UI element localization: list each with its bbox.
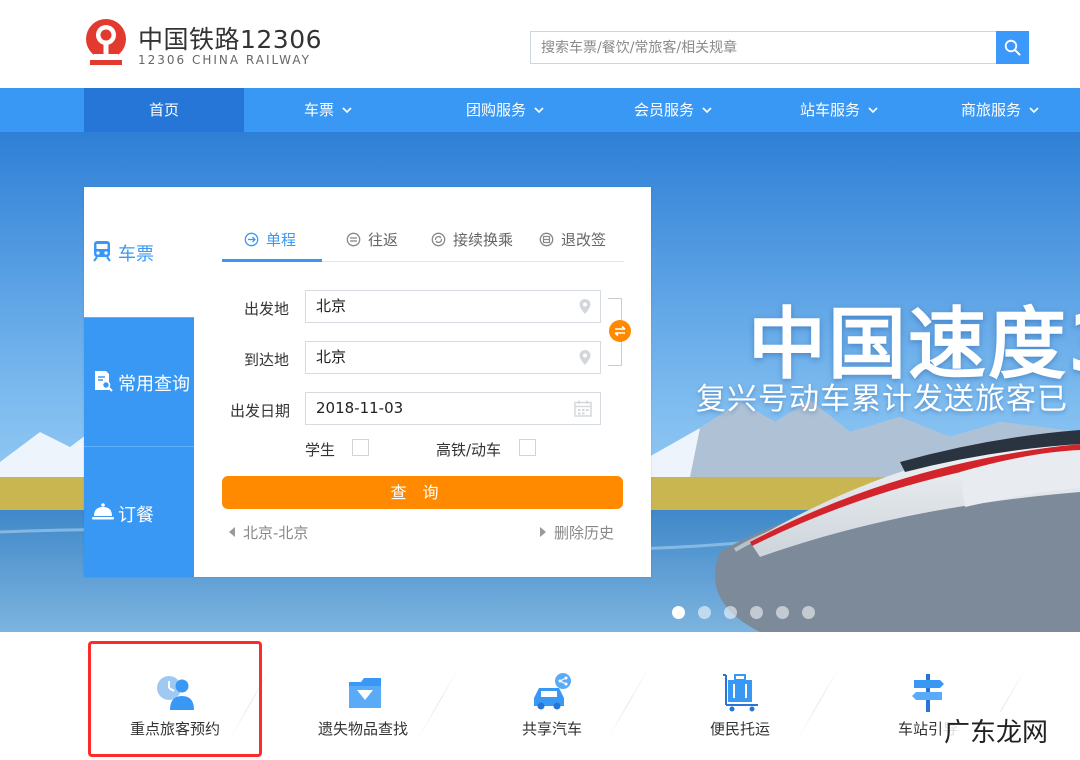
side-tab-label: 订餐 <box>118 505 154 526</box>
swap-stations-button[interactable] <box>609 320 631 342</box>
nav-business-travel[interactable]: 商旅服务 <box>920 88 1080 132</box>
nav-label: 车票 <box>303 101 334 119</box>
site-header: 中国铁路12306 12306 CHINA RAILWAY <box>0 0 1080 88</box>
nav-home[interactable]: 首页 <box>84 88 244 132</box>
service-label: 遗失物品查找 <box>318 720 409 738</box>
watermark: 广东龙网 <box>944 712 1049 749</box>
delete-history-label: 删除历史 <box>554 524 615 542</box>
from-label: 出发地 <box>244 300 290 318</box>
service-label: 共享汽车 <box>522 720 583 738</box>
trip-type-tabs: 单程 往返 接续换乘 退改签 <box>222 225 624 262</box>
nav-label: 商旅服务 <box>960 101 1021 119</box>
carousel-dot[interactable] <box>776 606 789 619</box>
tab-refund-change[interactable]: 退改签 <box>539 225 606 261</box>
brand-name-english: 12306 CHINA RAILWAY <box>138 53 311 67</box>
ticket-booking-panel: 车票 常用查询 订餐 单程 往返 接续换乘 退改签 出发地 北京 到达地 北京 … <box>84 187 651 577</box>
location-pin-icon <box>579 350 591 365</box>
service-shared-car[interactable]: 共享汽车 <box>500 632 620 760</box>
nav-group-purchase[interactable]: 团购服务 <box>420 88 590 132</box>
tab-label: 接续换乘 <box>453 231 514 249</box>
side-tab-label: 常用查询 <box>118 374 190 395</box>
lost-found-icon <box>349 678 381 708</box>
site-search-input[interactable] <box>530 31 996 64</box>
from-station-value: 北京 <box>316 297 347 315</box>
side-tab-tickets[interactable]: 车票 <box>84 187 194 317</box>
meal-icon <box>92 503 114 520</box>
carousel-dot[interactable] <box>750 606 763 619</box>
query-doc-icon <box>95 371 113 392</box>
nav-member-services[interactable]: 会员服务 <box>588 88 758 132</box>
nav-tickets[interactable]: 车票 <box>258 88 398 132</box>
carousel-dots <box>672 606 815 619</box>
brand-name: 中国铁路12306 <box>138 25 323 54</box>
carousel-dot[interactable] <box>698 606 711 619</box>
highspeed-label: 高铁/动车 <box>436 441 502 459</box>
train-icon <box>93 241 111 262</box>
tab-label: 往返 <box>368 231 399 249</box>
location-pin-icon <box>579 299 591 314</box>
tab-label: 退改签 <box>561 231 607 249</box>
chevron-down-icon <box>342 107 352 114</box>
tab-round-trip[interactable]: 往返 <box>346 225 398 261</box>
tab-label: 单程 <box>266 231 297 249</box>
nav-label: 团购服务 <box>465 101 526 119</box>
caret-right-icon <box>540 527 546 537</box>
chevron-down-icon <box>534 107 544 114</box>
nav-station-services[interactable]: 站车服务 <box>754 88 924 132</box>
signpost-icon <box>912 674 944 712</box>
refund-change-icon <box>539 232 554 246</box>
service-luggage[interactable]: 便民托运 <box>690 632 810 760</box>
caret-left-icon <box>229 527 235 537</box>
shared-car-icon <box>534 673 571 710</box>
to-station-value: 北京 <box>316 348 347 366</box>
search-icon <box>1004 39 1021 56</box>
calendar-icon <box>574 400 592 417</box>
highlight-annotation <box>88 641 262 757</box>
active-tab-indicator <box>222 259 322 262</box>
tab-transfer[interactable]: 接续换乘 <box>431 225 513 261</box>
student-label: 学生 <box>305 441 336 459</box>
banner-subheadline: 复兴号动车累计发送旅客已 <box>696 382 1068 417</box>
to-station-input[interactable]: 北京 <box>305 341 601 374</box>
search-button[interactable] <box>996 31 1029 64</box>
departure-date-value: 2018-11-03 <box>316 399 404 417</box>
nav-label: 会员服务 <box>633 101 694 119</box>
main-navigation: 首页 车票 团购服务 会员服务 站车服务 商旅服务 <box>0 88 1080 132</box>
carousel-dot[interactable] <box>724 606 737 619</box>
student-checkbox[interactable] <box>352 439 369 456</box>
chevron-down-icon <box>868 107 878 114</box>
from-station-input[interactable]: 北京 <box>305 290 601 323</box>
nav-label: 首页 <box>148 101 179 119</box>
query-button[interactable]: 查询 <box>222 476 623 509</box>
date-label: 出发日期 <box>230 402 291 420</box>
delete-history-button[interactable]: 删除历史 <box>540 522 614 543</box>
side-tab-meal-order[interactable]: 订餐 <box>84 446 194 577</box>
nav-label: 站车服务 <box>799 101 860 119</box>
chevron-down-icon <box>1029 107 1039 114</box>
side-tab-common-queries[interactable]: 常用查询 <box>84 317 194 447</box>
luggage-cart-icon <box>723 674 758 712</box>
transfer-icon <box>431 232 446 246</box>
history-item[interactable]: 北京-北京 <box>229 522 308 543</box>
tab-one-way[interactable]: 单程 <box>244 225 296 261</box>
departure-date-input[interactable]: 2018-11-03 <box>305 392 601 425</box>
service-label: 便民托运 <box>710 720 771 738</box>
railway-logo-icon[interactable] <box>82 16 134 68</box>
carousel-dot[interactable] <box>672 606 685 619</box>
carousel-dot[interactable] <box>802 606 815 619</box>
swap-arrows-icon <box>614 325 626 337</box>
highspeed-checkbox[interactable] <box>519 439 536 456</box>
one-way-arrow-icon <box>244 232 259 246</box>
to-label: 到达地 <box>244 351 290 369</box>
page-root: 中国铁路12306 12306 CHINA RAILWAY 首页 车票 团购服务… <box>0 0 1080 760</box>
service-lost-found[interactable]: 遗失物品查找 <box>290 632 460 760</box>
round-trip-icon <box>346 232 361 246</box>
side-tab-label: 车票 <box>118 244 154 265</box>
chevron-down-icon <box>702 107 712 114</box>
history-item-label: 北京-北京 <box>243 524 309 542</box>
